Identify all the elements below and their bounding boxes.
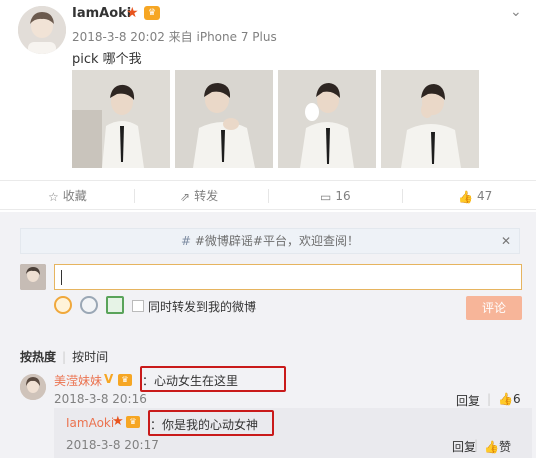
star-badge-icon: ★ [126,5,139,21]
close-icon[interactable]: ✕ [501,229,511,253]
favorite-button[interactable]: ☆ 收藏 [48,181,87,211]
divider: | [487,392,492,406]
reply-reply-button[interactable]: 回复 [452,438,476,455]
post-photo-1[interactable] [72,70,170,168]
highlight-box [148,410,274,436]
divider: | [62,350,67,364]
chevron-down-icon[interactable]: ⌄ [510,4,522,20]
thumbs-up-icon: 👍 [498,392,513,406]
post-photo-4[interactable] [381,70,479,168]
comment-icon: ▭ [320,189,332,204]
post-photo-2[interactable] [175,70,273,168]
highlight-box [140,366,286,392]
thumbs-up-icon: 👍 [458,189,473,204]
emoji-icon[interactable] [54,296,72,314]
comment-input[interactable] [54,264,522,290]
text-cursor [61,270,62,285]
like-button[interactable]: 👍 47 [458,181,492,211]
sort-tabs: 按热度 | 按时间 [20,348,108,365]
vip-crown-icon: ♛ [118,374,132,386]
sync-repost-checkbox[interactable] [132,300,144,312]
repost-button[interactable]: ⇗ 转发 [180,181,218,211]
notice-icon: # [180,234,192,248]
post-action-bar: ☆ 收藏 ⇗ 转发 ▭ 16 👍 47 [0,180,536,210]
reply-time: 2018-3-8 20:17 [66,438,159,452]
divider [268,189,269,203]
divider: | [474,438,479,452]
sync-repost-label: 同时转发到我的微博 [148,300,257,314]
thumbs-up-icon: 👍 [484,440,499,454]
post-text: pick 哪个我 [72,52,142,67]
notice-text: #微博辟谣#平台，欢迎查阅！ [194,234,359,248]
post-meta: 2018-3-8 20:02 来自 iPhone 7 Plus [72,30,277,44]
divider [402,189,403,203]
star-outline-icon: ☆ [48,189,59,204]
commenter-avatar[interactable] [20,374,46,400]
image-icon[interactable] [106,296,124,314]
comment-button[interactable]: ▭ 16 [320,181,351,211]
divider [134,189,135,203]
reply-box: IamAoki ★ ♛ ：你是我的心动女神 2018-3-8 20:17 回复 … [54,408,532,458]
current-user-avatar [20,264,46,290]
comment-time: 2018-3-8 20:16 [54,392,147,406]
reply-button[interactable]: 回复 [456,392,480,409]
post-photo-3[interactable] [278,70,376,168]
reply-author-name[interactable]: IamAoki [66,416,114,430]
comment-like-button[interactable]: 👍6 [498,392,521,406]
weibo-post: IamAoki ★ ♛ ⌄ 2018-3-8 20:02 来自 iPhone 7… [0,0,536,178]
comment-section: # #微博辟谣#平台，欢迎查阅！ ✕ 同时转发到我的微博 评论 按热度 | 按时间 … [0,212,536,458]
reply-like-button[interactable]: 👍赞 [484,438,511,455]
star-badge-icon: ★ [112,414,124,429]
vip-crown-icon: ♛ [144,6,160,20]
submit-comment-button[interactable]: 评论 [466,296,522,320]
vip-crown-icon: ♛ [126,416,140,428]
author-avatar[interactable] [18,6,66,54]
tab-sort-time[interactable]: 按时间 [72,348,108,365]
tab-sort-hot[interactable]: 按热度 [20,348,56,365]
rumor-notice[interactable]: # #微博辟谣#平台，欢迎查阅！ ✕ [20,228,520,254]
repost-icon: ⇗ [180,189,191,204]
author-name[interactable]: IamAoki [72,6,131,21]
commenter-name[interactable]: 美滢妹妹 [54,372,102,389]
verified-v-icon: V [104,372,114,386]
gif-icon[interactable] [80,296,98,314]
